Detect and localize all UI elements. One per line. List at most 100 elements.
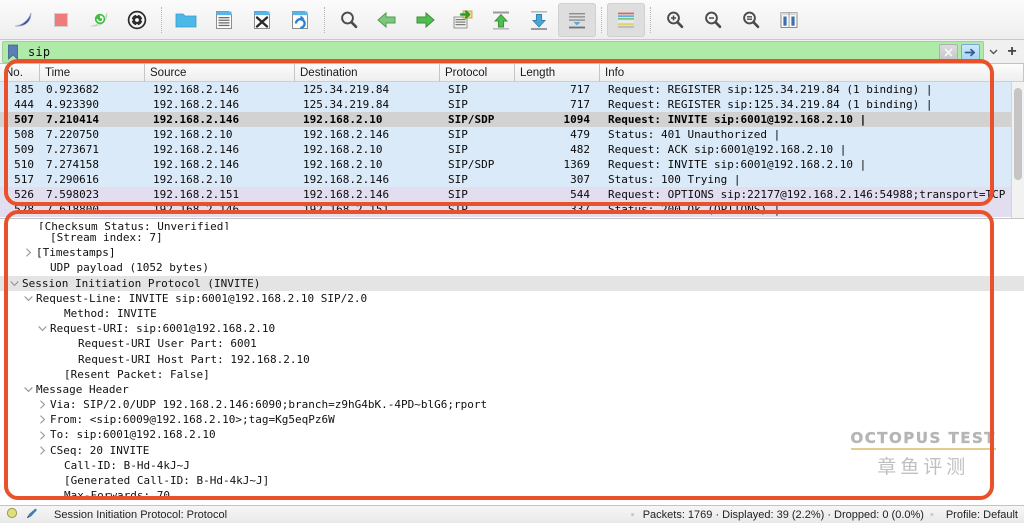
detail-tree-row[interactable]: Session Initiation Protocol (INVITE): [0, 275, 1024, 291]
start-capture-button[interactable]: [4, 3, 42, 37]
column-header-no[interactable]: No.: [0, 64, 40, 82]
column-header-source[interactable]: Source: [145, 64, 295, 82]
column-header-time[interactable]: Time: [40, 64, 145, 82]
packet-list-scrollbar[interactable]: [1011, 82, 1024, 218]
detail-tree-label: Request-URI Host Part: 192.168.2.10: [78, 352, 310, 366]
column-header-destination[interactable]: Destination: [295, 64, 440, 82]
packet-cell-source: 192.168.2.10: [153, 173, 233, 186]
status-counts: Packets: 1769 · Displayed: 39 (2.2%) · D…: [642, 508, 924, 521]
packet-cell-destination: 192.168.2.146: [303, 128, 390, 141]
clear-filter-icon[interactable]: [939, 43, 958, 61]
chevron-right-icon[interactable]: [36, 415, 48, 424]
packet-row[interactable]: 509 7.273671 192.168.2.146 192.168.2.10 SIP 4…: [0, 142, 1024, 157]
packet-list-scroll-thumb[interactable]: [1014, 88, 1022, 180]
packet-row[interactable]: 510 7.274158 192.168.2.146 192.168.2.10 SIP/…: [0, 157, 1024, 172]
go-to-packet-button[interactable]: [444, 3, 482, 37]
chevron-down-icon[interactable]: [22, 294, 34, 303]
detail-tree-row[interactable]: [Timestamps]: [0, 245, 1024, 260]
detail-tree-row[interactable]: [Resent Packet: False]: [0, 367, 1024, 382]
column-header-info[interactable]: Info: [600, 64, 1024, 82]
packet-row[interactable]: 185 0.923682 192.168.2.146 125.34.219.84 SIP…: [0, 82, 1024, 97]
display-filter-bar: +: [0, 40, 1024, 64]
auto-scroll-button[interactable]: [558, 2, 596, 37]
close-file-button[interactable]: [243, 3, 281, 37]
go-to-last-packet-button[interactable]: [520, 3, 558, 37]
detail-tree-row[interactable]: Max-Forwards: 70: [0, 488, 1024, 503]
detail-tree-row[interactable]: Message Header: [0, 382, 1024, 397]
detail-tree-row[interactable]: [Stream index: 7]: [0, 230, 1024, 245]
column-header-protocol[interactable]: Protocol: [440, 64, 515, 82]
packet-cell-length: 1369: [563, 158, 591, 171]
packet-row[interactable]: 444 4.923390 192.168.2.146 125.34.219.84 SIP…: [0, 97, 1024, 112]
detail-tree-row[interactable]: Via: SIP/2.0/UDP 192.168.2.146:6090;bran…: [0, 397, 1024, 412]
packet-row[interactable]: 507 7.210414 192.168.2.146 192.168.2.10 SIP/…: [0, 112, 1024, 127]
column-header-length[interactable]: Length: [515, 64, 600, 82]
detail-tree-row[interactable]: CSeq: 20 INVITE: [0, 443, 1024, 458]
detail-tree-row[interactable]: Call-ID: B-Hd-4kJ~J: [0, 458, 1024, 473]
detail-tree-row[interactable]: Request-Line: INVITE sip:6001@192.168.2.…: [0, 291, 1024, 306]
chevron-down-icon[interactable]: [36, 324, 48, 333]
packet-row[interactable]: 517 7.290616 192.168.2.10 192.168.2.146 SIP 3…: [0, 172, 1024, 187]
packet-cell-length: 1094: [563, 113, 591, 126]
find-packet-button[interactable]: [330, 3, 368, 37]
colorize-button[interactable]: [607, 2, 645, 37]
filter-dropdown-icon[interactable]: [984, 41, 1002, 62]
packet-cell-protocol: SIP: [448, 143, 468, 156]
detail-tree-row[interactable]: Method: INVITE: [0, 306, 1024, 321]
packet-cell-info: Request: REGISTER sip:125.34.219.84 (1 b…: [608, 83, 933, 96]
packet-list-rows[interactable]: 185 0.923682 192.168.2.146 125.34.219.84 SIP…: [0, 82, 1024, 217]
detail-tree-row[interactable]: UDP payload (1052 bytes): [0, 260, 1024, 275]
detail-tree-row[interactable]: From: <sip:6009@192.168.2.10>;tag=Kg5eqP…: [0, 412, 1024, 427]
packet-list-header[interactable]: No. Time Source Destination Protocol Length In…: [0, 64, 1024, 82]
resize-columns-button[interactable]: [770, 3, 808, 37]
zoom-reset-button[interactable]: [732, 3, 770, 37]
detail-tree-row[interactable]: To: sip:6001@192.168.2.10: [0, 427, 1024, 442]
packet-cell-length: 479: [570, 128, 590, 141]
packet-cell-time: 7.220750: [46, 128, 99, 141]
stop-capture-button[interactable]: [42, 3, 80, 37]
detail-tree-row[interactable]: Request-URI: sip:6001@192.168.2.10: [0, 321, 1024, 336]
save-file-button[interactable]: [205, 3, 243, 37]
packet-list-pane[interactable]: No. Time Source Destination Protocol Length In…: [0, 64, 1024, 219]
chevron-down-icon[interactable]: [22, 385, 34, 394]
add-filter-button[interactable]: +: [1002, 41, 1022, 62]
detail-tree-row[interactable]: Request-URI User Part: 6001: [0, 336, 1024, 351]
chevron-right-icon[interactable]: [36, 446, 48, 455]
detail-tree-row[interactable]: Request-URI Host Part: 192.168.2.10: [0, 352, 1024, 367]
packet-cell-time: 7.273671: [46, 143, 99, 156]
apply-filter-arrow-icon[interactable]: [961, 43, 980, 61]
packet-details-pane[interactable]: [Checksum Status: Unverified] [Stream in…: [0, 219, 1024, 505]
chevron-right-icon[interactable]: [36, 400, 48, 409]
display-filter-field[interactable]: [2, 41, 984, 63]
packet-row[interactable]: 508 7.220750 192.168.2.10 192.168.2.146 SIP 4…: [0, 127, 1024, 142]
open-file-button[interactable]: [167, 3, 205, 37]
bookmark-icon[interactable]: [4, 42, 21, 62]
display-filter-input[interactable]: [21, 43, 939, 61]
zoom-in-button[interactable]: [656, 3, 694, 37]
detail-tree-rows[interactable]: [Stream index: 7] [Timestamps] UDP payload…: [0, 230, 1024, 505]
status-profile[interactable]: Profile: Default: [946, 509, 1018, 521]
reload-file-button[interactable]: [281, 3, 319, 37]
chevron-right-icon[interactable]: [22, 248, 34, 257]
detail-tree-row[interactable]: [Generated Call-ID: B-Hd-4kJ~J]: [0, 473, 1024, 488]
chevron-down-icon[interactable]: [8, 279, 20, 288]
packet-cell-no: 526: [14, 188, 34, 201]
chevron-right-icon[interactable]: [36, 430, 48, 440]
packet-cell-length: 482: [570, 143, 590, 156]
packet-cell-length: 544: [570, 188, 590, 201]
detail-tree-row[interactable]: Supported: replaces, outbound, gruu: [0, 503, 1024, 505]
capture-options-button[interactable]: [118, 3, 156, 37]
status-ready-circle-icon[interactable]: [6, 507, 18, 522]
restart-capture-button[interactable]: [80, 3, 118, 37]
detail-tree-label: Supported: replaces, outbound, gruu: [62, 503, 296, 505]
detail-tree-label: Via: SIP/2.0/UDP 192.168.2.146:6090;bran…: [50, 398, 488, 412]
packet-cell-destination: 192.168.2.146: [303, 173, 390, 186]
expert-info-icon[interactable]: [25, 507, 39, 523]
zoom-out-button[interactable]: [694, 3, 732, 37]
go-to-first-packet-button[interactable]: [482, 3, 520, 37]
go-forward-button[interactable]: [406, 3, 444, 37]
packet-row[interactable]: 526 7.598023 192.168.2.151 192.168.2.146 SIP…: [0, 187, 1024, 202]
go-back-button[interactable]: [368, 3, 406, 37]
packet-row[interactable]: 528 7.618800 192.168.2.146 192.168.2.151 SIP…: [0, 202, 1024, 217]
packet-cell-destination: 192.168.2.146: [303, 188, 390, 201]
